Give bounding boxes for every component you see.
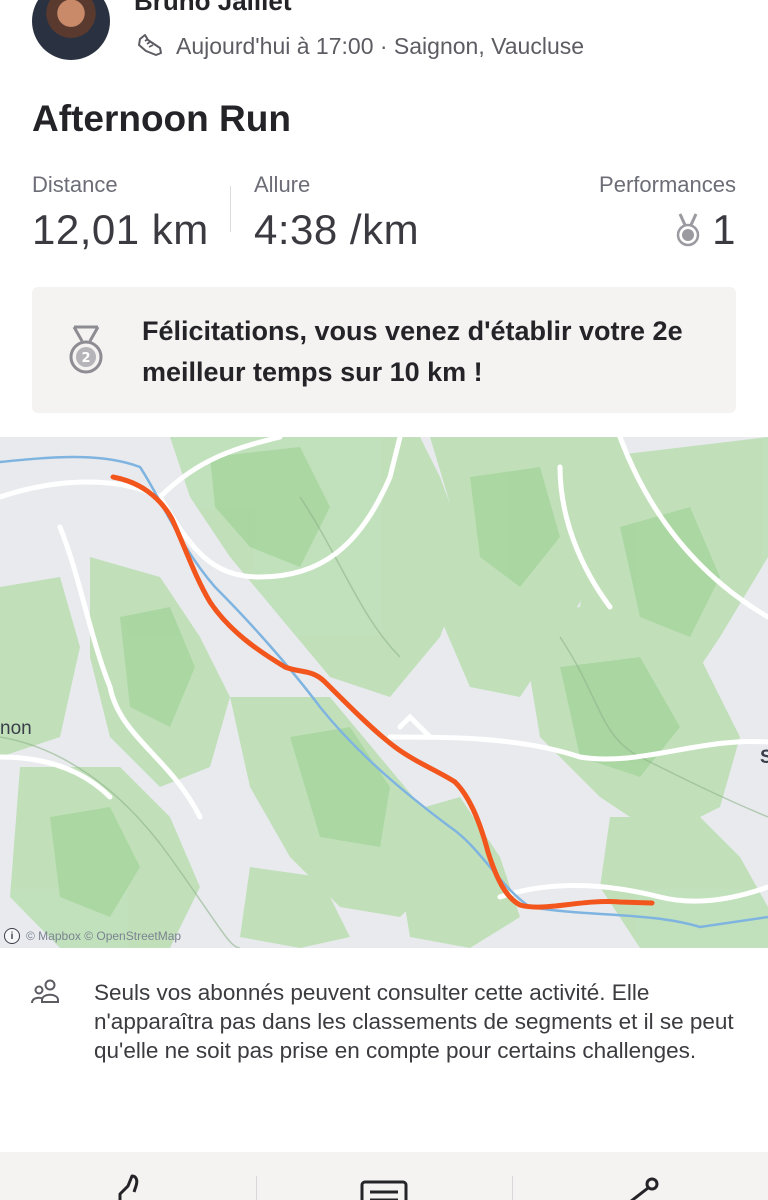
stat-pace: Allure 4:38 /km — [254, 172, 419, 254]
stat-performances[interactable]: Performances 1 — [599, 172, 736, 254]
toolbar-divider — [256, 1176, 257, 1200]
map-canvas: non S — [0, 437, 768, 948]
map-attribution[interactable]: i © Mapbox © OpenStreetMap — [4, 928, 181, 944]
thumbs-up-icon[interactable] — [106, 1172, 154, 1200]
toolbar-divider — [512, 1176, 513, 1200]
stat-label: Allure — [254, 172, 311, 197]
medal-number: 2 — [81, 351, 90, 366]
privacy-text: Seuls vos abonnés peuvent consulter cett… — [94, 980, 734, 1063]
stat-divider — [230, 186, 231, 232]
achievement-banner[interactable]: 2 Félicitations, vous venez d'établir vo… — [32, 287, 736, 413]
stat-distance: Distance 12,01 km — [32, 172, 209, 254]
comment-icon[interactable] — [360, 1172, 408, 1200]
avatar[interactable] — [32, 0, 110, 60]
info-icon[interactable]: i — [4, 928, 20, 944]
stat-value: 12,01 km — [32, 206, 209, 253]
attribution-text: © Mapbox © OpenStreetMap — [26, 929, 182, 943]
activity-header: Bruno Jalliet Aujourd'hui à 17:00 · Saig… — [0, 0, 768, 80]
medal-icon — [676, 213, 700, 247]
place-label: non — [0, 718, 32, 739]
action-toolbar — [0, 1152, 768, 1200]
activity-meta: Aujourd'hui à 17:00 · Saignon, Vaucluse — [134, 30, 584, 62]
place-label: S — [760, 747, 768, 768]
stat-label: Performances — [599, 172, 736, 197]
stat-value: 1 — [712, 206, 736, 253]
athlete-name[interactable]: Bruno Jalliet — [134, 0, 291, 17]
activity-title: Afternoon Run — [32, 98, 291, 139]
achievement-message: Félicitations, vous venez d'établir votr… — [142, 316, 683, 387]
activity-date-location: Aujourd'hui à 17:00 · Saignon, Vaucluse — [176, 32, 585, 59]
silver-medal-icon: 2 — [69, 325, 103, 374]
shoe-icon — [138, 34, 162, 56]
share-icon[interactable] — [614, 1172, 662, 1200]
route-map[interactable]: non S i © Mapbox © OpenStreetMap — [0, 437, 768, 948]
stat-value: 4:38 /km — [254, 206, 420, 253]
followers-icon — [31, 979, 59, 1004]
stat-label: Distance — [32, 172, 118, 197]
